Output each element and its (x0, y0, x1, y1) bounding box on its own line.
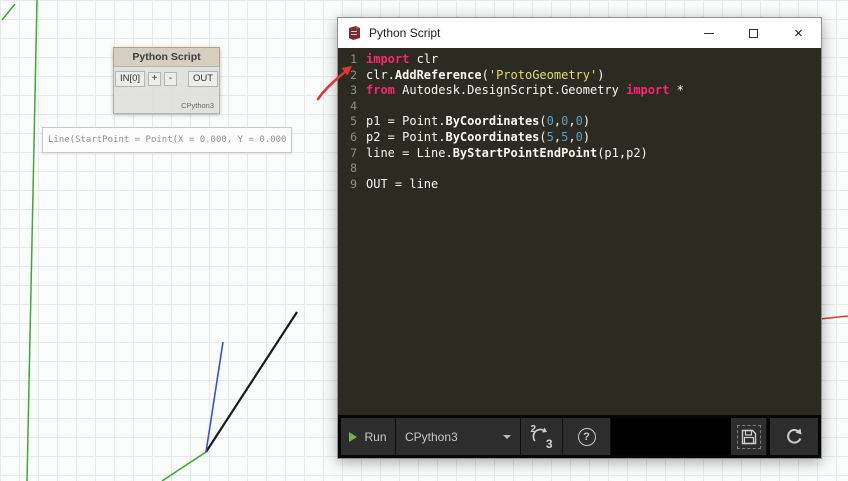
y-axis-segment (161, 451, 207, 481)
node-header[interactable]: Python Script (113, 47, 220, 66)
input-port[interactable]: IN[0] (115, 71, 146, 87)
python-script-icon (347, 25, 362, 41)
code-line: 4 (350, 98, 357, 113)
code-line: 8 (350, 161, 357, 176)
help-button[interactable]: ? (563, 418, 611, 455)
python-script-node[interactable]: Python Script IN[0] + - OUT CPython3 (113, 47, 220, 114)
z-axis-segment (205, 341, 224, 453)
node-body: IN[0] + - OUT CPython3 (113, 66, 220, 114)
code-editor[interactable]: 1 import clr 2 clr.AddReference('ProtoGeome… (338, 48, 821, 415)
help-icon: ? (577, 427, 596, 446)
python-2to3-icon: 2 3 (530, 423, 553, 451)
toolbar-spacer (611, 418, 731, 455)
minimize-button[interactable] (686, 18, 731, 48)
code-line: 2 clr.AddReference('ProtoGeometry') (350, 67, 605, 82)
minimize-icon (703, 32, 714, 34)
python-2to3-migration-button[interactable]: 2 3 (521, 418, 563, 455)
engine-dropdown[interactable]: CPython3 (396, 418, 521, 455)
geometry-preview-tooltip: Line(StartPoint = Point(X = 0.000, Y = 0… (42, 127, 292, 153)
revert-button[interactable] (770, 418, 818, 455)
remove-input-button[interactable]: - (164, 71, 178, 86)
revert-icon (787, 428, 802, 444)
x-axis-line (819, 315, 848, 320)
run-label: Run (364, 429, 387, 444)
geometry-line (205, 311, 298, 453)
code-lines: 1 import clr 2 clr.AddReference('ProtoGeome… (344, 52, 821, 192)
titlebar[interactable]: Python Script × (338, 18, 821, 48)
code-line: 9 OUT = line (350, 176, 439, 191)
python-editor-window: Python Script × 1 import clr 2 clr.AddRefer… (337, 17, 822, 459)
save-icon (741, 429, 756, 444)
maximize-icon (749, 28, 758, 38)
window-title: Python Script (369, 26, 441, 40)
y-axis-line (26, 0, 38, 481)
close-icon: × (794, 24, 803, 42)
close-button[interactable]: × (776, 18, 821, 48)
code-line: 6 p2 = Point.ByCoordinates(5,5,0) (350, 129, 591, 144)
play-icon (349, 431, 358, 442)
code-line: 7 line = Line.ByStartPointEndPoint(p1,p2) (350, 145, 648, 160)
output-port[interactable]: OUT (187, 71, 218, 87)
code-line: 3 from Autodesk.DesignScript.Geometry imp… (350, 83, 684, 98)
corner-axis-line (1, 3, 16, 21)
code-line: 5 p1 = Point.ByCoordinates(0,0,0) (350, 114, 591, 129)
code-line: 1 import clr (350, 52, 439, 66)
engine-value: CPython3 (405, 429, 458, 444)
add-input-button[interactable]: + (148, 71, 162, 86)
save-button[interactable] (731, 418, 767, 455)
run-button[interactable]: Run (341, 418, 396, 455)
node-engine-label: CPython3 (181, 101, 214, 110)
maximize-button[interactable] (731, 18, 776, 48)
editor-toolbar: Run CPython3 2 3 ? (338, 415, 821, 458)
chevron-down-icon (503, 434, 511, 439)
